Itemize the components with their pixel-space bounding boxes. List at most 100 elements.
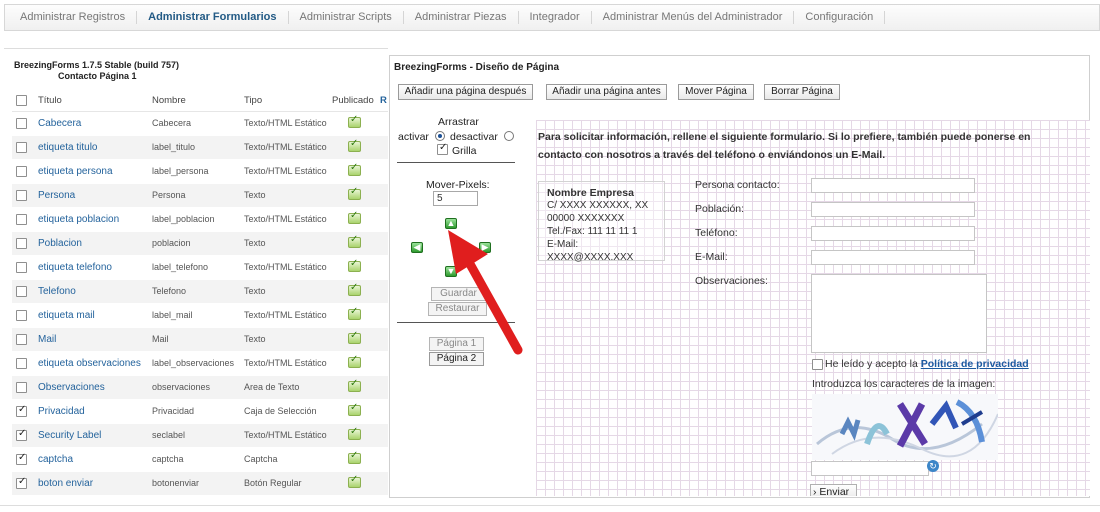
- privacy-checkbox[interactable]: [812, 359, 823, 370]
- row-title[interactable]: etiqueta telefono: [38, 255, 152, 280]
- row-title[interactable]: boton enviar: [38, 471, 152, 496]
- col-type[interactable]: Tipo: [244, 90, 332, 112]
- menu-item-registros[interactable]: Administrar Registros: [9, 11, 138, 24]
- table-row[interactable]: etiqueta persona label_persona Texto/HTML …: [12, 159, 388, 184]
- row-checkbox[interactable]: [16, 333, 27, 345]
- published-icon[interactable]: [348, 306, 361, 320]
- move-pixels-input[interactable]: 5: [433, 191, 478, 206]
- row-title[interactable]: captcha: [38, 447, 152, 472]
- table-row[interactable]: etiqueta observaciones label_observacione…: [12, 351, 388, 376]
- menu-item-formularios[interactable]: Administrar Formularios: [137, 11, 289, 24]
- email-field[interactable]: [811, 250, 975, 265]
- menu-item-configuracion[interactable]: Configuración: [794, 11, 886, 24]
- form-canvas[interactable]: Para solicitar información, rellene el s…: [536, 120, 1090, 496]
- col-name[interactable]: Nombre: [152, 90, 244, 112]
- menu-item-piezas[interactable]: Administrar Piezas: [404, 11, 519, 24]
- row-checkbox[interactable]: [16, 357, 27, 369]
- menu-item-menus[interactable]: Administrar Menús del Administrador: [592, 11, 795, 24]
- published-icon[interactable]: [348, 138, 361, 152]
- table-row[interactable]: etiqueta telefono label_telefono Texto/HTM…: [12, 255, 388, 280]
- published-icon[interactable]: [348, 234, 361, 248]
- published-icon[interactable]: [348, 330, 361, 344]
- published-icon[interactable]: [348, 426, 361, 440]
- row-title[interactable]: etiqueta titulo: [38, 135, 152, 160]
- row-title[interactable]: Observaciones: [38, 375, 152, 400]
- col-published[interactable]: Publicado: [332, 90, 380, 112]
- row-checkbox[interactable]: [16, 261, 27, 273]
- row-checkbox[interactable]: [16, 452, 27, 465]
- poblacion-field[interactable]: [811, 202, 975, 217]
- add-page-after-button[interactable]: Añadir una página después: [398, 84, 533, 100]
- row-title[interactable]: etiqueta observaciones: [38, 351, 152, 376]
- persona-field[interactable]: [811, 178, 975, 193]
- table-row[interactable]: Poblacion poblacion Texto: [12, 231, 388, 256]
- table-row[interactable]: boton enviarbotonenviarBotón Regular: [12, 471, 388, 496]
- published-icon[interactable]: [348, 378, 361, 392]
- email-label: E-Mail:: [695, 251, 728, 263]
- published-icon[interactable]: [348, 450, 361, 464]
- row-title[interactable]: Telefono: [38, 279, 152, 304]
- table-row[interactable]: Security LabelseclabelTexto/HTML Estátic…: [12, 423, 388, 448]
- published-icon[interactable]: [348, 258, 361, 272]
- select-all-checkbox[interactable]: [16, 94, 27, 106]
- published-icon[interactable]: [348, 354, 361, 368]
- table-row[interactable]: Telefono Telefono Texto: [12, 279, 388, 304]
- telefono-field[interactable]: [811, 226, 975, 241]
- published-icon[interactable]: [348, 402, 361, 416]
- add-page-before-button[interactable]: Añadir una página antes: [546, 84, 667, 100]
- row-checkbox[interactable]: [16, 285, 27, 297]
- table-row[interactable]: Cabecera Cabecera Texto/HTML Estático: [12, 111, 388, 136]
- col-title[interactable]: Título: [38, 90, 152, 112]
- privacy-link[interactable]: Política de privacidad: [921, 358, 1029, 370]
- row-checkbox[interactable]: [16, 237, 27, 249]
- published-icon[interactable]: [348, 114, 361, 128]
- published-icon[interactable]: [348, 210, 361, 224]
- table-row[interactable]: Observaciones observaciones Area de Texto: [12, 375, 388, 400]
- row-checkbox[interactable]: [16, 165, 27, 177]
- observaciones-textarea[interactable]: [811, 274, 987, 353]
- col-extra[interactable]: R: [380, 90, 388, 112]
- table-row[interactable]: captchacaptchaCaptcha: [12, 447, 388, 472]
- delete-page-button[interactable]: Borrar Página: [764, 84, 840, 100]
- menu-item-integrador[interactable]: Integrador: [519, 11, 592, 24]
- table-row[interactable]: etiqueta titulo label_titulo Texto/HTML Es…: [12, 135, 388, 160]
- table-row[interactable]: etiqueta poblacion label_poblacion Texto/H…: [12, 207, 388, 232]
- row-title[interactable]: Poblacion: [38, 231, 152, 256]
- published-icon[interactable]: [348, 162, 361, 176]
- published-icon[interactable]: [348, 474, 361, 488]
- row-checkbox[interactable]: [16, 476, 27, 489]
- row-checkbox[interactable]: [16, 309, 27, 321]
- menu-item-scripts[interactable]: Administrar Scripts: [289, 11, 404, 24]
- published-icon[interactable]: [348, 186, 361, 200]
- row-title[interactable]: Security Label: [38, 423, 152, 448]
- activate-radio[interactable]: [435, 131, 445, 141]
- row-checkbox[interactable]: [16, 141, 27, 153]
- row-title[interactable]: Privacidad: [38, 399, 152, 424]
- row-title[interactable]: etiqueta poblacion: [38, 207, 152, 232]
- row-checkbox[interactable]: [16, 404, 27, 417]
- row-checkbox[interactable]: [16, 213, 27, 225]
- refresh-captcha-icon[interactable]: ↻: [927, 460, 939, 472]
- move-page-button[interactable]: Mover Página: [678, 84, 754, 100]
- table-row[interactable]: etiqueta mail label_mail Texto/HTML Estáti…: [12, 303, 388, 328]
- row-title[interactable]: Persona: [38, 183, 152, 208]
- published-icon[interactable]: [348, 282, 361, 296]
- grid-checkbox[interactable]: [437, 142, 448, 155]
- table-row[interactable]: Persona Persona Texto: [12, 183, 388, 208]
- submit-button[interactable]: › Enviar: [810, 484, 857, 496]
- table-row[interactable]: Mail Mail Texto: [12, 327, 388, 352]
- arrow-left-icon[interactable]: ◀: [411, 242, 423, 253]
- row-checkbox[interactable]: [16, 381, 27, 393]
- row-title[interactable]: etiqueta mail: [38, 303, 152, 328]
- row-checkbox[interactable]: [16, 189, 27, 201]
- row-checkbox[interactable]: [16, 428, 27, 441]
- company-block[interactable]: Nombre Empresa C/ XXXX XXXXXX, XX 00000 …: [538, 181, 665, 263]
- deactivate-radio[interactable]: [504, 131, 514, 141]
- captcha-input[interactable]: [811, 461, 929, 476]
- row-checkbox[interactable]: [16, 117, 27, 129]
- table-row[interactable]: PrivacidadPrivacidadCaja de Selección: [12, 399, 388, 424]
- form-intro[interactable]: Para solicitar información, rellene el s…: [538, 128, 1058, 164]
- row-title[interactable]: etiqueta persona: [38, 159, 152, 184]
- row-title[interactable]: Cabecera: [38, 111, 152, 136]
- row-title[interactable]: Mail: [38, 327, 152, 352]
